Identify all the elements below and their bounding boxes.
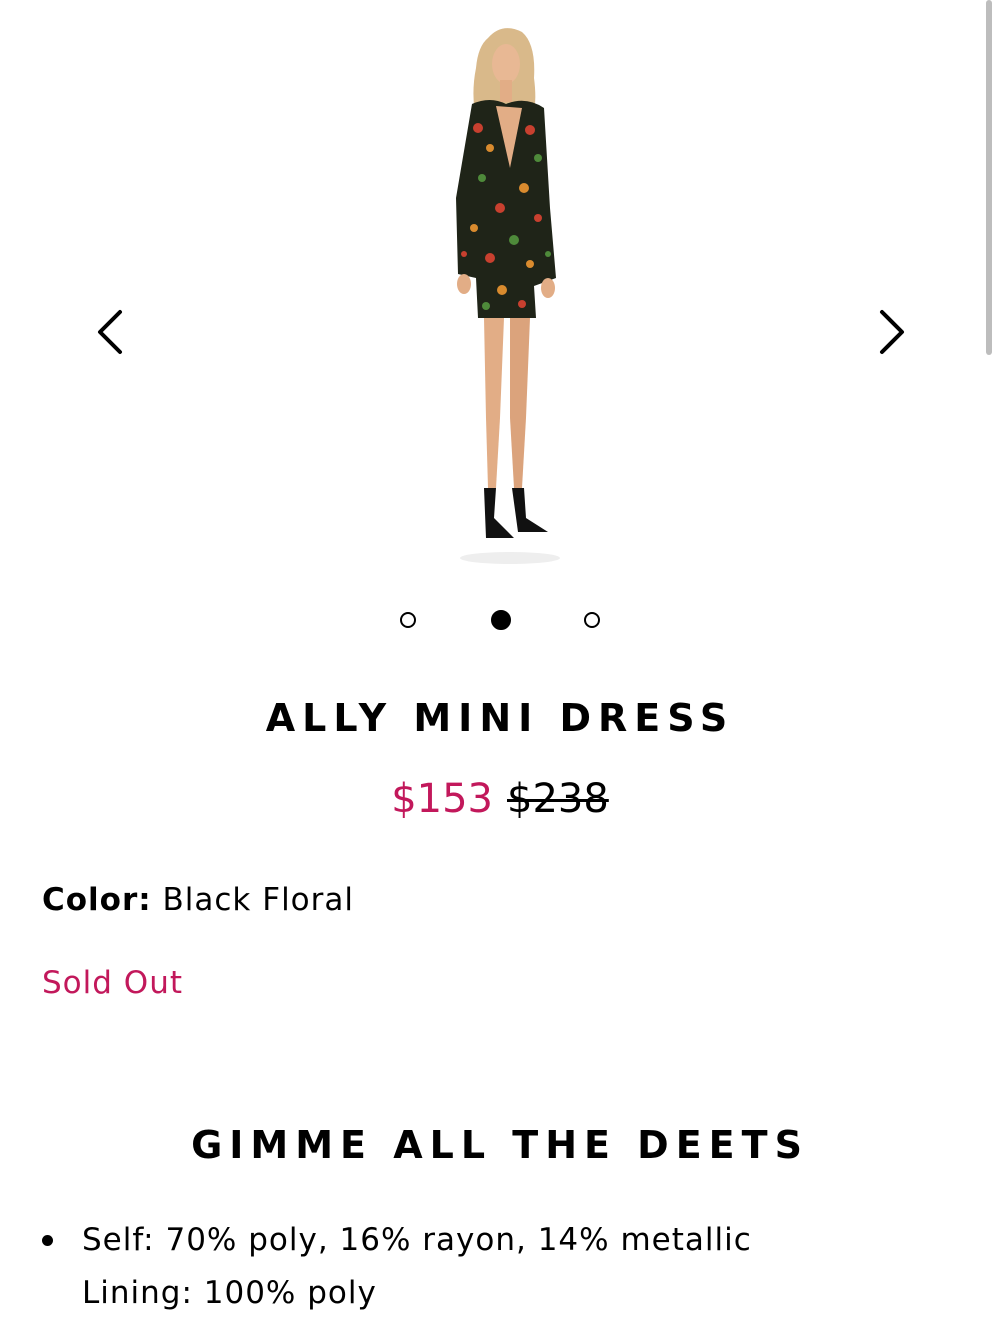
product-photo[interactable] — [430, 18, 570, 570]
details-list: Self: 70% poly, 16% rayon, 14% metallic … — [42, 1214, 962, 1320]
chevron-left-icon — [98, 310, 122, 354]
model-dress-illustration — [456, 28, 560, 564]
product-image-carousel — [0, 0, 1000, 580]
chevron-right-icon — [880, 310, 904, 354]
carousel-dot-3[interactable] — [584, 612, 600, 628]
carousel-next-button[interactable] — [866, 306, 916, 358]
sale-price: $153 — [391, 776, 493, 822]
details-list-item: Self: 70% poly, 16% rayon, 14% metallic … — [42, 1214, 962, 1320]
price-row: $153 $238 — [0, 773, 1000, 825]
carousel-dot-2-active[interactable] — [491, 610, 511, 630]
carousel-pagination — [0, 610, 1000, 634]
bullet-icon — [42, 1235, 53, 1246]
fabric-lining: Lining: 100% poly — [82, 1275, 377, 1311]
carousel-dot-1[interactable] — [400, 612, 416, 628]
availability-status: Sold Out — [42, 965, 183, 1001]
fabric-self: Self: 70% poly, 16% rayon, 14% metallic — [82, 1222, 752, 1258]
product-title: ALLY MINI DRESS — [265, 696, 735, 740]
original-price: $238 — [507, 776, 609, 822]
details-heading: GIMME ALL THE DEETS — [191, 1123, 809, 1167]
carousel-prev-button[interactable] — [86, 306, 136, 358]
color-row: Color: Black Floral — [42, 880, 354, 920]
color-label: Color: — [42, 882, 152, 918]
color-value: Black Floral — [162, 882, 355, 918]
